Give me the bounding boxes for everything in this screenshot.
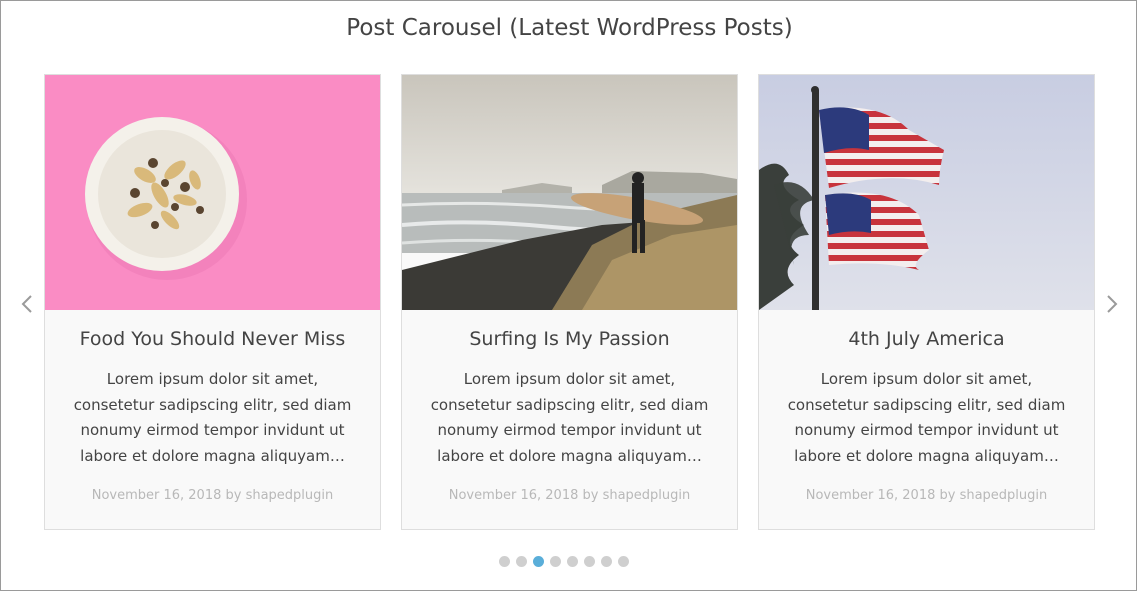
post-thumbnail-food[interactable] — [45, 75, 380, 310]
prev-slide-button[interactable] — [15, 290, 39, 318]
pagination-dot[interactable] — [618, 556, 629, 567]
post-card: 4th July America Lorem ipsum dolor sit a… — [758, 74, 1095, 530]
post-carousel: Post Carousel (Latest WordPress Posts) F… — [0, 0, 1137, 591]
post-excerpt: Lorem ipsum dolor sit amet, consetetur s… — [430, 370, 709, 465]
pagination-dot[interactable] — [584, 556, 595, 567]
post-meta: November 16, 2018 by shapedplugin — [805, 488, 1048, 503]
chevron-right-icon — [1107, 295, 1118, 313]
pagination-dot[interactable] — [516, 556, 527, 567]
american-flags-image — [759, 75, 1094, 310]
post-excerpt: Lorem ipsum dolor sit amet, consetetur s… — [73, 370, 352, 465]
post-meta: November 16, 2018 by shapedplugin — [448, 488, 691, 503]
post-title[interactable]: Surfing Is My Passion — [402, 328, 737, 350]
post-card: Food You Should Never Miss Lorem ipsum d… — [44, 74, 381, 530]
post-thumbnail-surfing[interactable] — [402, 75, 737, 310]
pagination-dot[interactable] — [499, 556, 510, 567]
chevron-left-icon — [21, 295, 32, 313]
surfer-beach-image — [402, 75, 737, 310]
carousel-pagination — [499, 556, 629, 568]
carousel-title: Post Carousel (Latest WordPress Posts) — [346, 15, 793, 41]
post-thumbnail-flags[interactable] — [759, 75, 1094, 310]
food-plate-image — [45, 75, 380, 310]
pagination-dot[interactable] — [533, 556, 544, 567]
pagination-dot[interactable] — [550, 556, 561, 567]
pagination-dot[interactable] — [601, 556, 612, 567]
post-excerpt: Lorem ipsum dolor sit amet, consetetur s… — [787, 370, 1066, 465]
post-meta: November 16, 2018 by shapedplugin — [91, 488, 334, 503]
post-card: Surfing Is My Passion Lorem ipsum dolor … — [401, 74, 738, 530]
pagination-dot[interactable] — [567, 556, 578, 567]
post-title[interactable]: Food You Should Never Miss — [45, 328, 380, 350]
next-slide-button[interactable] — [1100, 290, 1124, 318]
post-title[interactable]: 4th July America — [759, 328, 1094, 350]
